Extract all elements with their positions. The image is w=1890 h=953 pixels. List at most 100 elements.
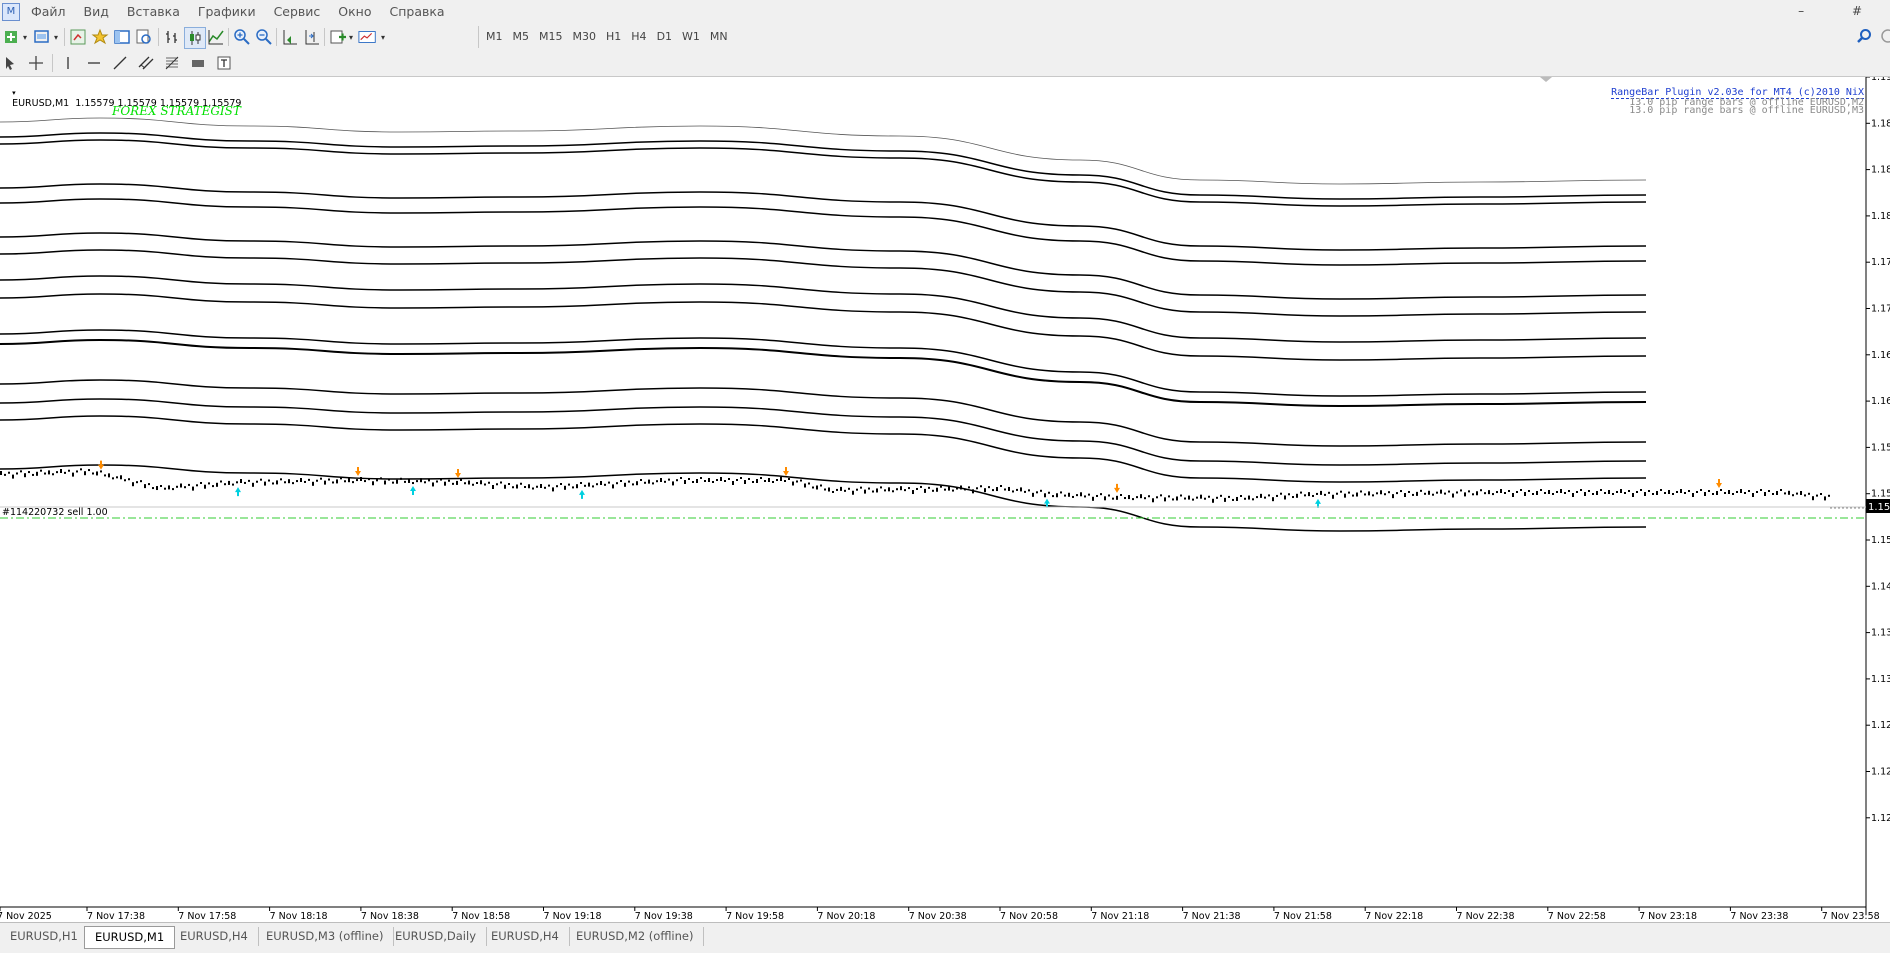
- tab-eurusd-h4-2[interactable]: EURUSD,H4: [481, 927, 570, 946]
- range-bar: [768, 478, 770, 482]
- text-label-icon[interactable]: [214, 53, 234, 73]
- range-bar: [32, 473, 34, 476]
- range-bar: [980, 485, 982, 488]
- range-bar: [1216, 496, 1218, 499]
- bar-chart-icon[interactable]: [162, 27, 182, 47]
- chevron-down-icon[interactable]: ▾: [378, 27, 388, 47]
- range-bar: [1400, 490, 1402, 493]
- menu-insert[interactable]: Вставка: [118, 0, 189, 24]
- chevron-down-icon[interactable]: ▾: [51, 27, 61, 47]
- range-bar: [1672, 493, 1674, 495]
- menu-file[interactable]: Файл: [22, 0, 75, 24]
- timeframe-w1[interactable]: W1: [677, 26, 705, 48]
- horizontal-line-icon[interactable]: [84, 53, 104, 73]
- vertical-line-icon[interactable]: [58, 53, 78, 73]
- current-price-label: 1.15: [1868, 502, 1890, 513]
- range-bar: [208, 482, 210, 485]
- menu-view[interactable]: Вид: [75, 0, 118, 24]
- range-bar: [1404, 493, 1406, 498]
- time-axis-label: 7 Nov 20:58: [1000, 911, 1058, 921]
- menu-charts[interactable]: Графики: [189, 0, 265, 24]
- chart-shift-icon[interactable]: [302, 27, 322, 47]
- tab-eurusd-m2-offline[interactable]: EURUSD,M2 (offline): [566, 927, 705, 946]
- range-bar: [312, 481, 314, 486]
- range-bar: [1436, 491, 1438, 494]
- range-bar: [1612, 493, 1614, 495]
- chevron-down-icon[interactable]: ▾: [20, 27, 30, 47]
- profiles-icon[interactable]: [32, 27, 52, 47]
- chart-window[interactable]: 1.15 1.19 1.18 1.18 1.18 1.17 1.17 1.16 1.16 1.1…: [0, 77, 1890, 921]
- community-icon[interactable]: [1880, 28, 1890, 48]
- price-chart[interactable]: 1.15 1.191.181.181.181.171.171.161.161.1…: [0, 77, 1890, 921]
- range-bar: [1784, 492, 1786, 495]
- timeframe-m5[interactable]: M5: [508, 26, 535, 48]
- menu-tools[interactable]: Сервис: [265, 0, 330, 24]
- plugin-info: RangeBar Plugin v2.03e for MT4 (c)2010 N…: [1611, 88, 1864, 116]
- collapse-arrow-icon[interactable]: ▾: [12, 89, 16, 97]
- market-watch-icon[interactable]: [68, 27, 88, 47]
- range-bar: [60, 469, 62, 473]
- toolbar-separator: [228, 28, 229, 46]
- fibonacci-icon[interactable]: [162, 53, 182, 73]
- range-bar: [1180, 494, 1182, 497]
- range-bar: [1676, 491, 1678, 493]
- range-bar: [1360, 490, 1362, 493]
- tab-eurusd-daily[interactable]: EURUSD,Daily: [385, 927, 487, 946]
- range-bar: [1656, 491, 1658, 495]
- trendline-icon[interactable]: [110, 53, 130, 73]
- chart-shift-marker: [1540, 77, 1552, 82]
- timeframe-h1[interactable]: H1: [601, 26, 626, 48]
- range-bar: [924, 488, 926, 493]
- zoom-in-icon[interactable]: [232, 27, 252, 47]
- indicators-icon[interactable]: [328, 27, 348, 47]
- window-controls[interactable]: – #: [1798, 4, 1884, 18]
- templates-icon[interactable]: [358, 27, 378, 47]
- new-chart-icon[interactable]: [2, 27, 22, 47]
- app-icon[interactable]: M: [2, 3, 20, 21]
- tab-eurusd-m3-offline[interactable]: EURUSD,M3 (offline): [256, 927, 395, 946]
- strategy-tester-icon[interactable]: [134, 27, 154, 47]
- line-chart-icon[interactable]: [206, 27, 226, 47]
- range-bar: [672, 481, 674, 486]
- range-bar: [388, 478, 390, 481]
- range-bar: [996, 487, 998, 492]
- tab-eurusd-h1[interactable]: EURUSD,H1: [0, 927, 89, 946]
- timeframe-m1[interactable]: M1: [481, 26, 508, 48]
- timeframe-mn[interactable]: MN: [705, 26, 733, 48]
- timeframe-d1[interactable]: D1: [652, 26, 677, 48]
- tab-eurusd-m1[interactable]: EURUSD,M1: [84, 926, 176, 949]
- equidistant-channel-icon[interactable]: [136, 53, 156, 73]
- range-bar: [1452, 493, 1454, 498]
- tab-eurusd-h4[interactable]: EURUSD,H4: [170, 927, 259, 946]
- terminal-icon[interactable]: [112, 27, 132, 47]
- rectangle-icon[interactable]: [188, 53, 208, 73]
- range-bar: [1396, 492, 1398, 495]
- menu-window[interactable]: Окно: [329, 0, 380, 24]
- menu-help[interactable]: Справка: [381, 0, 454, 24]
- zoom-out-icon[interactable]: [254, 27, 274, 47]
- range-bar: [1668, 490, 1670, 494]
- crosshair-icon[interactable]: [26, 53, 46, 73]
- navigator-icon[interactable]: [90, 27, 110, 47]
- range-bar: [8, 471, 10, 474]
- order-label[interactable]: #114220732 sell 1.00: [2, 507, 108, 518]
- range-bar: [532, 487, 534, 490]
- range-bar: [1768, 490, 1770, 492]
- range-bar: [1520, 489, 1522, 491]
- chevron-down-icon[interactable]: ▾: [346, 27, 356, 47]
- candlestick-icon[interactable]: [184, 27, 206, 49]
- price-axis: 1.19 1.18 1.18 1.18 1.17 1.17 1.16 1.16 1.15 1.15…: [1866, 77, 1890, 824]
- range-bar: [328, 478, 330, 481]
- search-icon[interactable]: [1856, 28, 1872, 48]
- timeframe-h4[interactable]: H4: [626, 26, 651, 48]
- range-bar: [1472, 493, 1474, 496]
- timeframe-m15[interactable]: M15: [534, 26, 568, 48]
- range-bar: [392, 481, 394, 484]
- range-bar: [656, 480, 658, 483]
- sell-signal-arrow: [579, 489, 585, 499]
- autoscroll-icon[interactable]: [280, 27, 300, 47]
- cursor-icon[interactable]: [0, 53, 20, 73]
- timeframe-m30[interactable]: M30: [568, 26, 602, 48]
- range-bar: [432, 482, 434, 487]
- range-bar: [636, 481, 638, 486]
